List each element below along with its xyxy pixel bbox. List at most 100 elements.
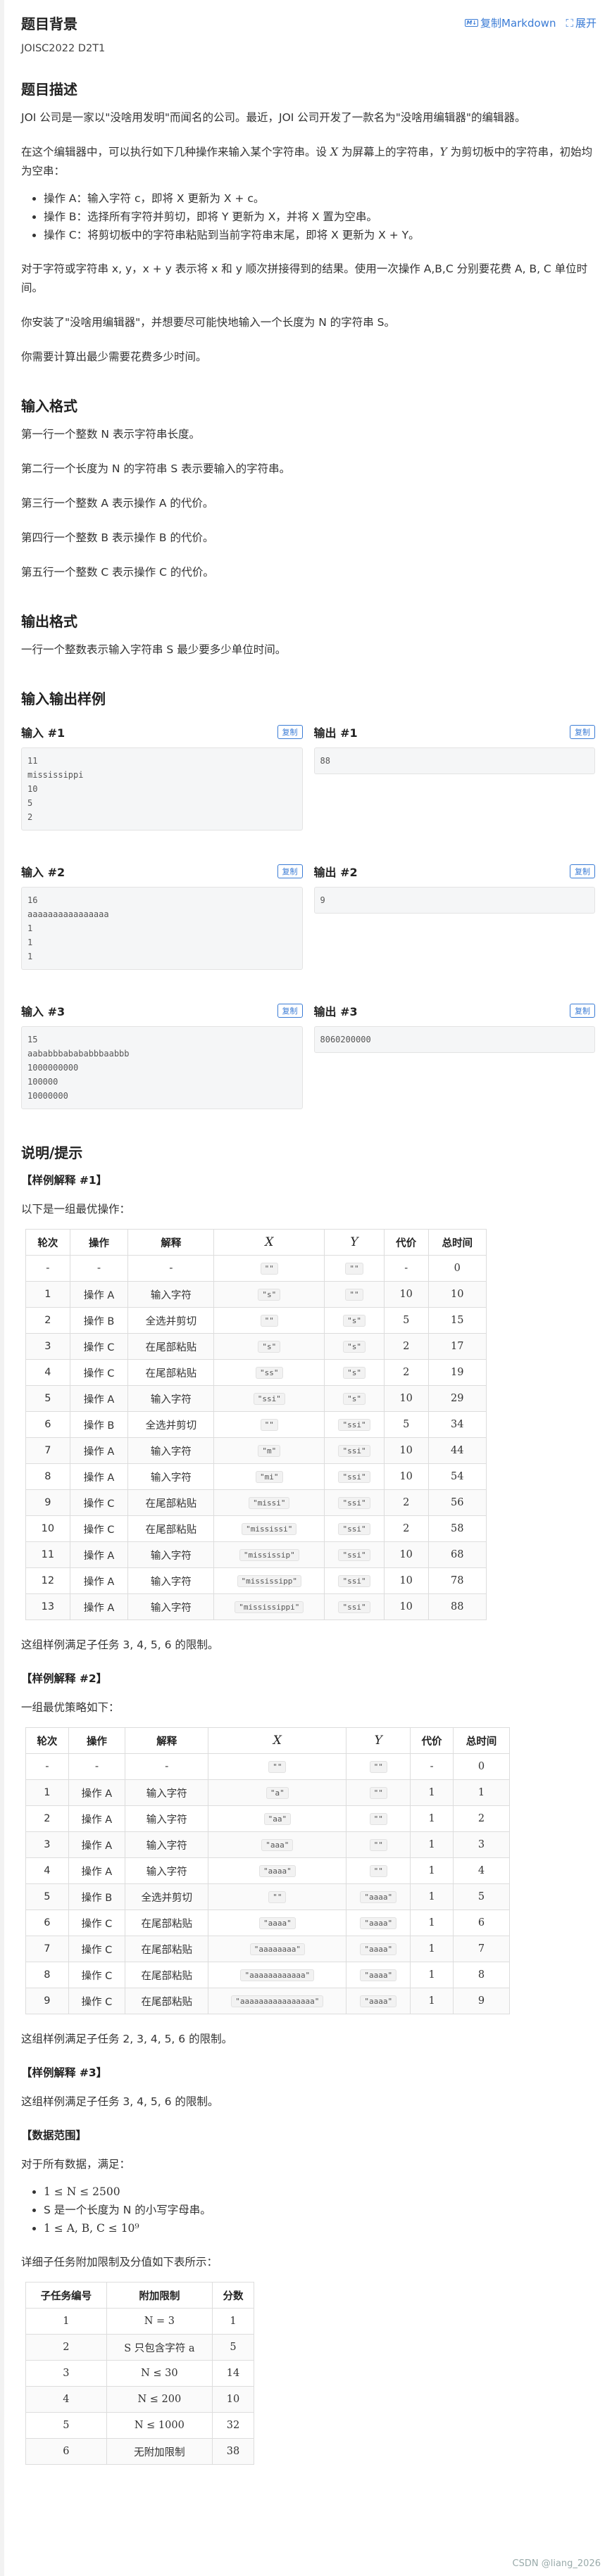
table-cell: "s" — [324, 1359, 385, 1386]
table-cell: 78 — [427, 1567, 487, 1594]
table-cell: 输入字符 — [127, 1567, 215, 1594]
table-cell: 9 — [452, 1988, 511, 2014]
table-cell: 4 — [25, 2386, 107, 2413]
table-row: 1 操作 A 输入字符 "s" "" 10 10 — [25, 1281, 487, 1308]
table-cell: 1 — [410, 1857, 454, 1884]
table-cell: 56 — [427, 1489, 487, 1516]
table-cell: 15 — [427, 1307, 487, 1334]
code-value: "s" — [343, 1367, 366, 1379]
table-cell: 输入字符 — [127, 1463, 215, 1490]
table-header-row: 轮次 操作 解释 X Y 代价 总时间 — [25, 1727, 511, 1754]
example-1-tbody: - - - "" "" -0 1 操作 A 输入字符 "s" "" 10 10 2 操作 B 全选并剪切 "" "… — [25, 1255, 487, 1620]
table-row: 6 操作 B 全选并剪切 "" "ssi" 5 34 — [25, 1411, 487, 1438]
table-cell: "" — [346, 1753, 411, 1780]
table-row: - - - "" "" -0 — [25, 1255, 487, 1282]
markdown-icon: M↓ — [465, 19, 478, 27]
table-cell: "mi" — [213, 1463, 325, 1490]
table-cell: 1 — [212, 2308, 254, 2335]
table-cell: 2 — [452, 1805, 511, 1832]
table-cell: 1 — [410, 1936, 454, 1962]
code-value: "" — [260, 1419, 278, 1431]
copy-button[interactable]: 复制 — [277, 725, 303, 739]
table-cell: 操作 A — [68, 1805, 126, 1832]
table-row: 3 操作 C 在尾部粘贴 "s" "s" 2 17 — [25, 1333, 487, 1360]
table-cell: "" — [346, 1831, 411, 1858]
table-cell: 8 — [452, 1962, 511, 1988]
table-cell: 1 — [410, 1988, 454, 2014]
sample-input-text: 11 mississippi 10 5 2 — [21, 747, 303, 831]
table-cell: "" — [213, 1255, 325, 1282]
toolbar: M↓ 复制Markdown ⛶ 展开 — [465, 15, 597, 30]
example-2-title: 【样例解释 #2】 — [21, 1672, 108, 1685]
table-cell: 1 — [452, 1779, 511, 1806]
code-value: "m" — [258, 1445, 281, 1457]
example-1-note: 这组样例满足子任务 3, 4, 5, 6 的限制。 — [21, 1639, 219, 1651]
section-title-samples: 输入输出样例 — [21, 690, 106, 707]
table-cell: "ssi" — [324, 1463, 385, 1490]
table-cell: "ssi" — [324, 1567, 385, 1594]
copy-button[interactable]: 复制 — [277, 1004, 303, 1018]
list-item: S 是一个长度为 N 的小写字母串。 — [44, 2201, 595, 2219]
table-cell: 10 — [383, 1593, 429, 1620]
table-cell: 8 — [25, 1962, 69, 1988]
table-cell: - — [25, 1753, 69, 1780]
sample-input-text: 15 aababbbabababbbaabbb 1000000000 10000… — [21, 1026, 303, 1109]
table-cell: N ≤ 200 — [106, 2386, 213, 2413]
table-cell: 6 — [452, 1909, 511, 1936]
table-cell: "aa" — [208, 1805, 347, 1832]
table-row: 4 操作 A 输入字符 "aaaa" "" 1 4 — [25, 1857, 511, 1884]
table-cell: 全选并剪切 — [127, 1411, 215, 1438]
expand-button[interactable]: ⛶ 展开 — [566, 15, 597, 30]
sample-pair-1: 输入 #1 复制 11 mississippi 10 5 2 输出 #1 复制 88 — [21, 724, 595, 831]
code-value: "aaaa" — [258, 1865, 296, 1877]
copy-button[interactable]: 复制 — [570, 725, 595, 739]
table-cell: "aaa" — [208, 1831, 347, 1858]
input-line-3: 第三行一个整数 A 表示操作 A 的代价。 — [21, 497, 214, 510]
subtask-tbody: 1N = 312S 只包含字符 a53N ≤ 30 14 4 N ≤ 200 10 5 N … — [25, 2308, 254, 2465]
table-row: 4 操作 C 在尾部粘贴 "ss" "s" 2 19 — [25, 1359, 487, 1386]
copy-button[interactable]: 复制 — [570, 864, 595, 878]
table-cell: 88 — [427, 1593, 487, 1620]
table-cell: "mississipp" — [213, 1567, 325, 1594]
table-cell: "" — [213, 1307, 325, 1334]
copy-button[interactable]: 复制 — [277, 864, 303, 878]
table-row: 6 无附加限制 38 — [25, 2438, 254, 2465]
table-cell: "m" — [213, 1437, 325, 1464]
table-cell: 5 — [25, 1385, 70, 1412]
table-cell: 输入字符 — [127, 1593, 215, 1620]
copy-markdown-button[interactable]: M↓ 复制Markdown — [465, 15, 556, 30]
table-cell: 19 — [427, 1359, 487, 1386]
table-cell: 操作 A — [69, 1541, 129, 1568]
table-cell: 5 — [383, 1307, 429, 1334]
table-cell: 1 — [25, 2308, 107, 2335]
list-item: 操作 B：选择所有字符并剪切，即将 Y 更新为 X，并将 X 置为空串。 — [44, 208, 595, 226]
code-value: "" — [268, 1761, 287, 1773]
code-value: "missi" — [249, 1497, 290, 1509]
table-row: 8 操作 C 在尾部粘贴 "aaaaaaaaaaaa" "aaaa" 1 8 — [25, 1962, 511, 1988]
table-cell: N ≤ 1000 — [106, 2412, 213, 2439]
code-value: "mississi" — [242, 1523, 297, 1535]
table-cell: "s" — [324, 1333, 385, 1360]
sample-input-label: 输入 #1 — [21, 726, 65, 740]
input-line-2: 第二行一个长度为 N 的字符串 S 表示要输入的字符串。 — [21, 462, 291, 475]
desc-paragraph-2: 在这个编辑器中，可以执行如下几种操作来输入某个字符串。设 X 为屏幕上的字符串，… — [21, 146, 593, 177]
table-cell: 10 — [212, 2386, 254, 2413]
table-cell: 54 — [427, 1463, 487, 1490]
table-cell: 全选并剪切 — [127, 1307, 215, 1334]
table-cell: - — [68, 1753, 126, 1780]
table-cell: 5 — [452, 1883, 511, 1910]
sample-input-box: 输入 #1 复制 11 mississippi 10 5 2 — [21, 724, 303, 831]
table-cell: 7 — [452, 1936, 511, 1962]
desc-paragraph-1: JOI 公司是一家以"没啥用发明"而闻名的公司。最近，JOI 公司开发了一款名为… — [21, 111, 526, 124]
table-cell: 17 — [427, 1333, 487, 1360]
table-cell: 4 — [25, 1857, 69, 1884]
table-row: 6 操作 C 在尾部粘贴 "aaaa" "aaaa" 1 6 — [25, 1909, 511, 1936]
sample-output-box: 输出 #2 复制 9 — [313, 863, 595, 970]
table-cell: "ssi" — [213, 1385, 325, 1412]
table-row: 7 操作 A 输入字符 "m" "ssi" 10 44 — [25, 1437, 487, 1464]
table-cell: 在尾部粘贴 — [125, 1988, 209, 2014]
table-cell: 0 — [427, 1255, 487, 1282]
copy-button[interactable]: 复制 — [570, 1004, 595, 1018]
table-cell: "mississippi" — [213, 1593, 325, 1620]
sample-input-label: 输入 #3 — [21, 1005, 65, 1018]
